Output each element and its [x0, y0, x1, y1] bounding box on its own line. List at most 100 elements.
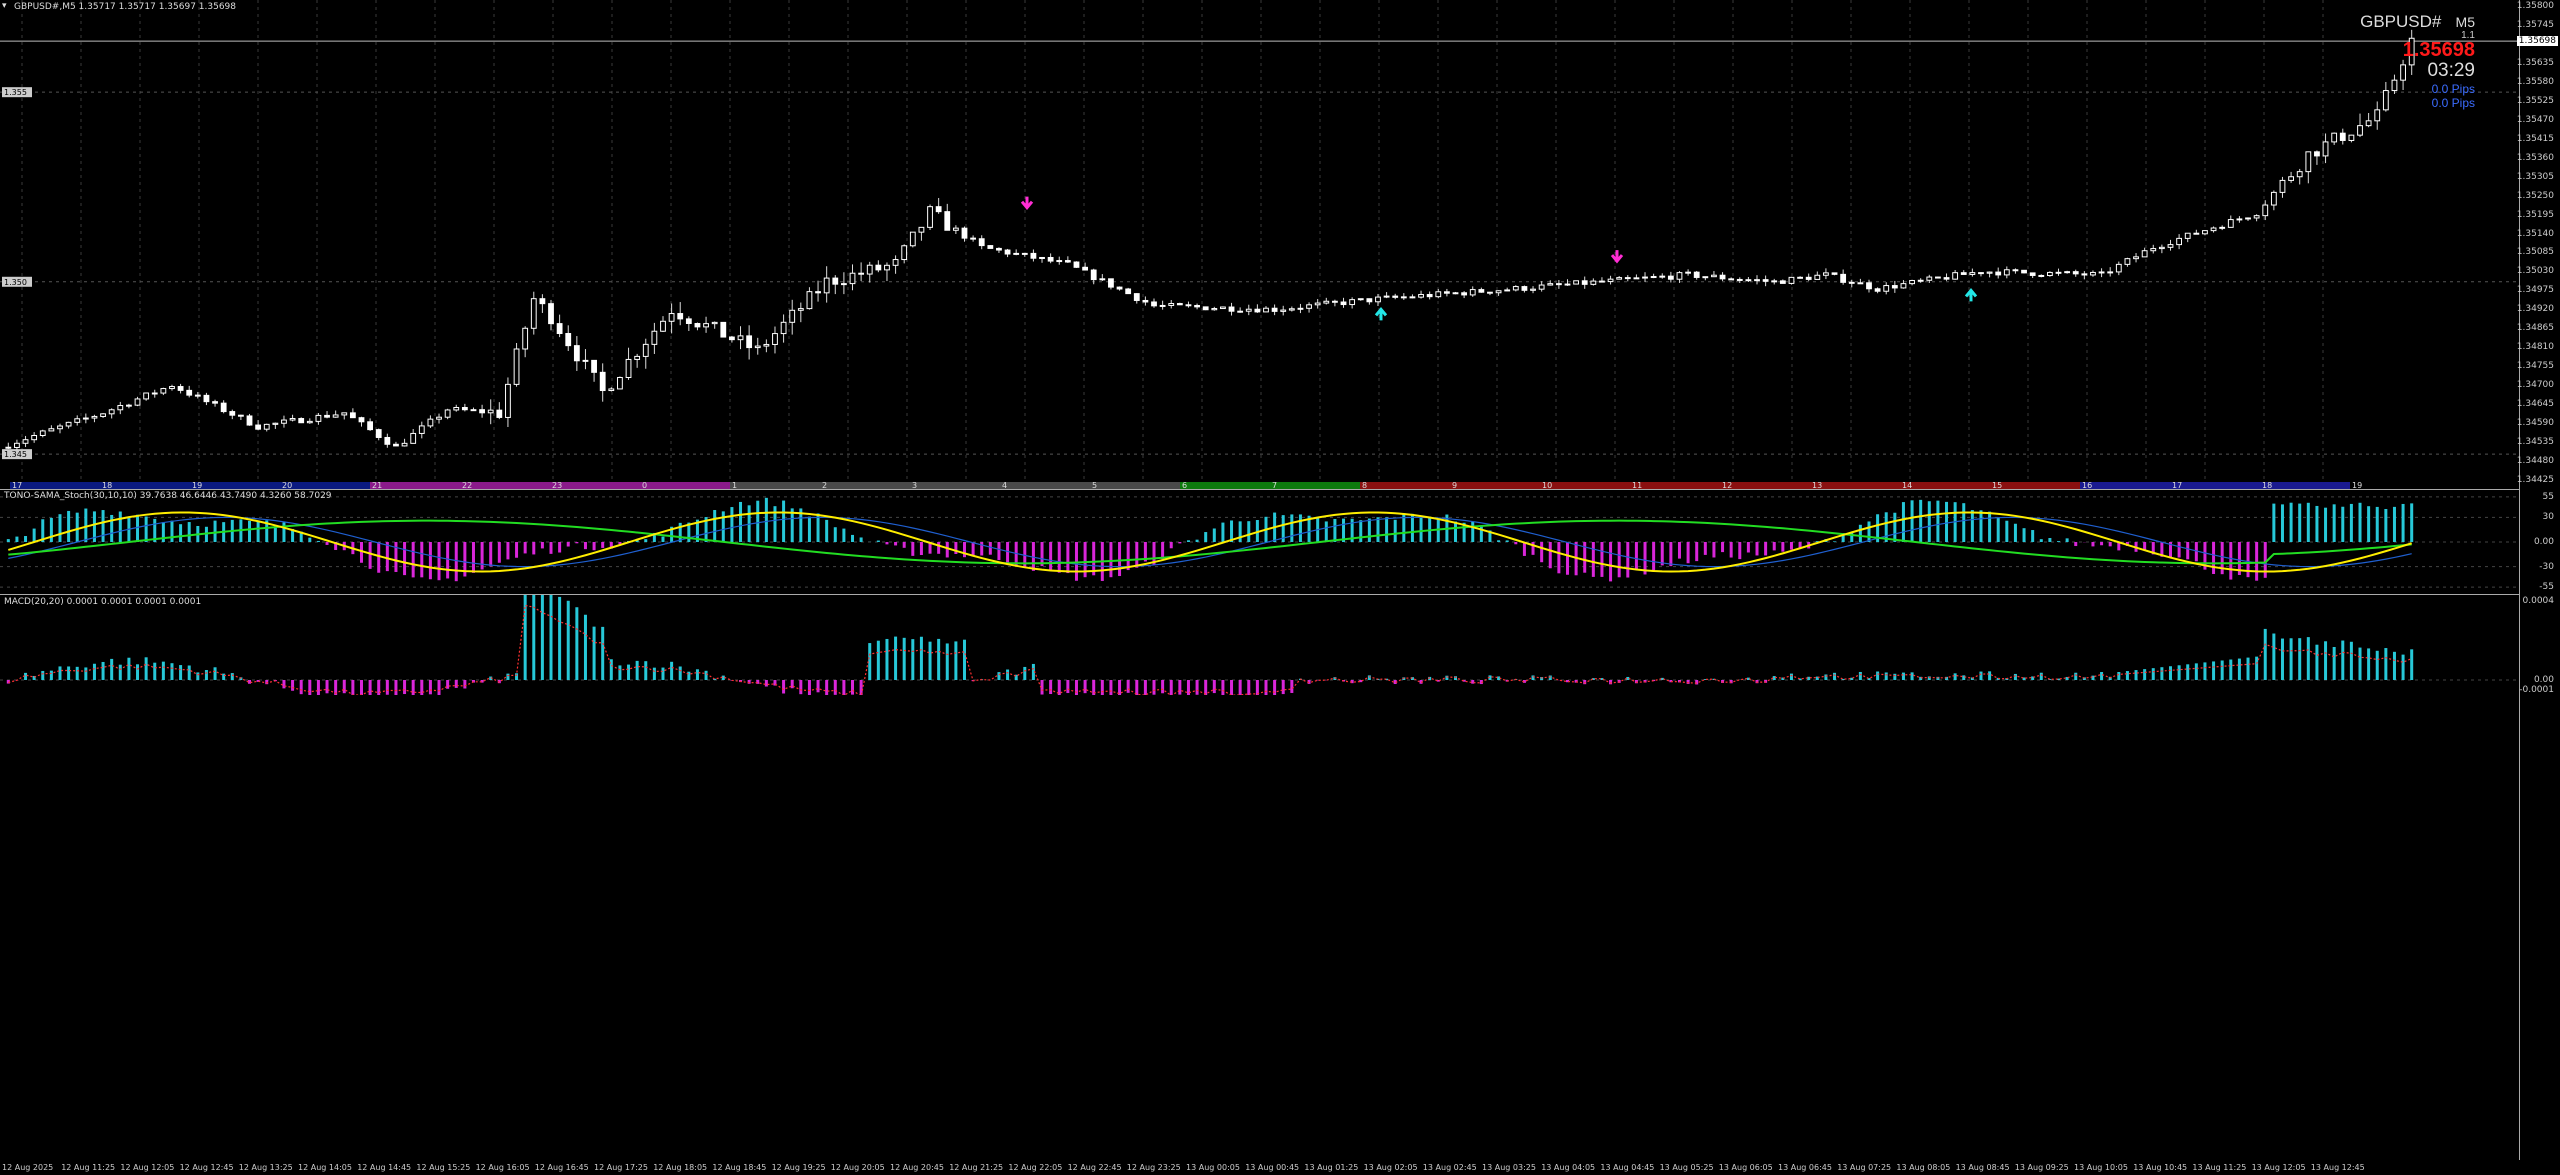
stoch-histogram-bar: [2367, 506, 2371, 542]
candle-body: [634, 355, 641, 360]
stoch-histogram-bar: [2332, 504, 2336, 542]
candle-body: [1082, 266, 1088, 271]
candle-body: [2253, 215, 2260, 219]
stoch-histogram-bar: [1634, 542, 1638, 570]
candle-body: [1099, 278, 1106, 281]
macd-histogram-bar: [1893, 673, 1897, 680]
session-hour-label: 12: [1722, 481, 1732, 490]
candle-body: [1409, 296, 1416, 299]
session-hour-label: 10: [1542, 481, 1552, 490]
candle-body: [970, 237, 977, 240]
stoch-histogram-bar: [1238, 521, 1242, 542]
session-hour-label: 15: [1992, 481, 2002, 490]
candle-body: [1736, 278, 1743, 281]
chart-menu-icon[interactable]: ▾: [2, 1, 7, 11]
candle-body: [1116, 286, 1123, 290]
price-tick: 1.35745: [2516, 19, 2554, 30]
macd-histogram-bar: [670, 661, 674, 680]
stoch-histogram-bar: [24, 536, 28, 542]
time-axis[interactable]: 12 Aug 2025 12 Aug 11:25 12 Aug 12:05 12 Au…: [0, 1163, 2520, 1175]
stoch-histogram-bar: [583, 542, 587, 550]
candle-body: [384, 436, 391, 445]
stoch-histogram-bar: [325, 542, 329, 545]
current-price-tag: 1.35698: [2516, 36, 2558, 47]
stoch-histogram-bar: [2229, 542, 2233, 580]
stoch-indicator-pane[interactable]: TONO-SAMA_Stoch(30,10,10) 39.7638 46.644…: [0, 490, 2520, 595]
macd-histogram-bar: [1100, 680, 1104, 695]
price-tick: 1.34700: [2516, 380, 2554, 391]
price-chart-pane[interactable]: 1.355 1.350 1.345 17 18 19 20 21 22 23 0 1 2 3 4 5 6 7 8 9 1…: [0, 0, 2520, 490]
candle-body: [1056, 260, 1063, 263]
price-axis[interactable]: 1.358001.357451.356901.356351.355801.355…: [2516, 0, 2560, 490]
candle-body: [169, 386, 175, 390]
candle-body: [1151, 301, 1157, 307]
stoch-histogram-bar: [980, 542, 984, 556]
stoch-histogram-bar: [1454, 521, 1458, 542]
stoch-axis[interactable]: 55 30 0.00 -30 -55: [2520, 490, 2560, 595]
candlestick-chart[interactable]: 1.3551.3501.34517 18 19 20 21 22 23 0 1 2 3 4 5 6 7 8 9 1…: [0, 0, 2520, 490]
stoch-histogram-bar: [902, 542, 906, 548]
bar-countdown: 03:29: [2427, 60, 2475, 81]
candle-body: [2107, 271, 2114, 274]
macd-histogram-bar: [161, 661, 165, 680]
candle-body: [505, 383, 511, 418]
candle-body: [2314, 151, 2320, 157]
stoch-histogram-bar: [2022, 528, 2026, 542]
candle-body: [341, 412, 348, 416]
macd-histogram-bar: [127, 657, 131, 680]
macd-histogram-bar: [842, 680, 846, 695]
macd-histogram-bar: [179, 665, 183, 680]
stoch-histogram-bar: [919, 542, 923, 556]
candle-body: [1978, 272, 1984, 275]
macd-histogram-bar: [428, 680, 432, 695]
macd-histogram-bar: [2186, 664, 2190, 680]
session-hour-label: 21: [372, 481, 382, 490]
macd-axis[interactable]: 0.0004 0.00 -0.0001: [2519, 595, 2560, 695]
candle-body: [694, 322, 701, 328]
candle-body: [1667, 275, 1674, 280]
time-tick: 12 Aug 14:45: [357, 1163, 412, 1172]
macd-histogram-bar: [549, 595, 553, 680]
candle-body: [2064, 271, 2071, 274]
candle-body: [5, 446, 12, 449]
candle-body: [1357, 298, 1364, 301]
stoch-histogram-bar: [1324, 521, 1328, 542]
stoch-histogram-bar: [1333, 518, 1337, 542]
candle-body: [1090, 269, 1097, 281]
candle-body: [22, 439, 29, 444]
session-segment: [1090, 482, 1180, 489]
macd-histogram-bar: [2358, 647, 2362, 680]
candle-body: [1271, 307, 1278, 312]
stoch-histogram-bar: [32, 528, 36, 542]
macd-histogram-bar: [1221, 680, 1225, 695]
macd-histogram-bar: [1049, 680, 1053, 695]
macd-histogram-bar: [1988, 671, 1992, 680]
macd-histogram-bar: [1281, 680, 1285, 695]
stoch-histogram-bar: [256, 520, 260, 542]
macd-indicator-pane[interactable]: MACD(20,20) 0.0001 0.0001 0.0001 0.0001: [0, 595, 2520, 1160]
candle-body: [1159, 304, 1166, 307]
macd-histogram-bar: [170, 663, 174, 680]
candle-body: [1306, 304, 1312, 309]
candle-body: [2029, 272, 2036, 276]
candle-body: [1874, 288, 1881, 292]
candle-body: [1013, 252, 1020, 255]
stoch-histogram-bar: [997, 542, 1001, 561]
candle-body: [2176, 237, 2183, 246]
level-tag: 1.350: [4, 278, 27, 287]
macd-histogram-bar: [1178, 680, 1182, 695]
candle-body: [901, 245, 908, 261]
stoch-histogram-bar: [739, 501, 743, 542]
stoch-histogram-bar: [1057, 542, 1061, 573]
session-segment: [2080, 482, 2170, 489]
candle-body: [1779, 280, 1786, 284]
stoch-axis-tick: 30: [2542, 512, 2554, 523]
candle-body: [1418, 294, 1424, 298]
candle-body: [1185, 304, 1192, 307]
candle-body: [1168, 303, 1175, 306]
session-hour-label: 19: [192, 481, 202, 490]
stoch-histogram-bar: [497, 542, 501, 563]
candle-body: [1495, 290, 1502, 294]
macd-histogram-bar: [911, 639, 915, 680]
candle-body: [358, 417, 365, 423]
